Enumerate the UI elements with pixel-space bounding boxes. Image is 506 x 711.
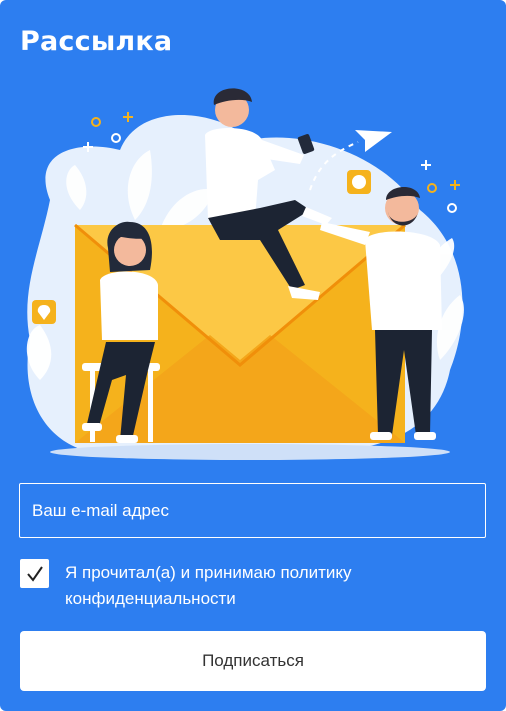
consent-row: Я прочитал(а) и принимаю политику конфид… [20,559,486,612]
user-badge-icon [347,170,371,194]
email-input[interactable] [19,483,486,538]
newsletter-illustration [26,88,464,460]
consent-text: Я прочитал(а) и принимаю политику конфид… [65,563,352,608]
location-pin-icon [32,300,56,324]
checkmark-icon [26,565,43,582]
widget-title: Рассылка [20,26,173,57]
consent-checkbox[interactable] [20,559,49,588]
subscription-widget: Рассылка Ваш e-mail адрес Я прочитал(а) … [0,0,506,711]
subscribe-button[interactable]: Подписаться [20,631,486,691]
paper-plane-icon [355,130,392,152]
